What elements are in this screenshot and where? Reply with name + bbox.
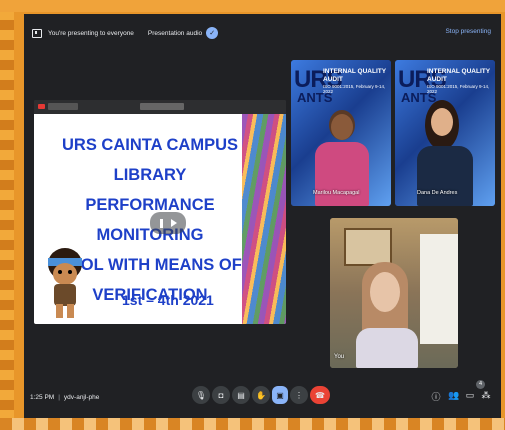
- present-now-button[interactable]: ▣: [272, 386, 288, 404]
- raise-hand-icon: ✋: [256, 390, 266, 400]
- activities-button[interactable]: ⁂: [480, 390, 492, 401]
- leave-call-button[interactable]: ☎: [310, 386, 330, 404]
- meeting-code[interactable]: ydv-anjl-phe: [64, 394, 99, 401]
- mic-icon: 🎙: [195, 390, 207, 400]
- participant-name: Marilou Macapagal: [313, 190, 360, 196]
- browser-toolbar: [34, 100, 286, 114]
- people-icon: 👥: [448, 390, 460, 400]
- present-now-icon: ▣: [276, 390, 284, 400]
- camera-icon: ◘: [218, 390, 224, 400]
- orange-frame-top: [0, 0, 505, 12]
- poster-subtitle: ISO 9001:2015, February 9-14, 2022: [427, 84, 490, 94]
- raise-hand-button[interactable]: ✋: [252, 386, 270, 404]
- chat-button[interactable]: ▭: [464, 390, 476, 401]
- self-video: [330, 218, 458, 368]
- presentation-tile[interactable]: URS CAINTA CAMPUS LIBRARY PERFORMANCE MO…: [34, 100, 286, 324]
- more-options-icon: ⋮: [295, 390, 303, 400]
- poster-title: INTERNAL QUALITY AUDIT: [427, 68, 490, 83]
- stop-presenting-button[interactable]: Stop presenting: [445, 28, 491, 35]
- orange-frame-left: [0, 0, 14, 430]
- participant-name: Dana De Andres: [417, 190, 458, 196]
- orange-frame-bottom: [0, 418, 505, 430]
- check-icon: ✓: [209, 30, 216, 37]
- presentation-audio-toggle[interactable]: ✓: [206, 27, 219, 39]
- presentation-audio-label: Presentation audio: [147, 29, 203, 37]
- mascot-image: [48, 248, 82, 318]
- more-options-button[interactable]: ⋮: [290, 386, 308, 404]
- end-call-icon: ☎: [315, 390, 325, 400]
- presenting-banner: You're presenting to everyone Presentati…: [24, 14, 501, 52]
- youtube-icon: [38, 104, 45, 109]
- activities-icon: ⁂: [481, 390, 491, 400]
- browser-tab: [140, 103, 184, 110]
- poster-subtitle: ISO 9001:2015, February 9-14, 2022: [323, 84, 386, 94]
- meeting-controls-bar: 1:25 PM | ydv-anjl-phe 🎙 ◘ ▤ ✋ ▣ ⋮ ☎ ⓘ 👥 4…: [24, 376, 501, 418]
- meeting-info-button[interactable]: ⓘ: [430, 390, 442, 403]
- presenting-text: You're presenting to everyone: [48, 29, 134, 37]
- slide-title-line: URS CAINTA CAMPUS LIBRARY: [62, 136, 238, 184]
- present-screen-icon: [32, 28, 42, 38]
- browser-tab: [48, 103, 78, 110]
- slide-content: URS CAINTA CAMPUS LIBRARY PERFORMANCE MO…: [34, 114, 286, 324]
- meeting-details: 1:25 PM | ydv-anjl-phe: [30, 394, 100, 401]
- meet-window: You're presenting to everyone Presentati…: [24, 14, 501, 418]
- people-count-badge: 4: [476, 380, 485, 389]
- chat-icon: ▭: [465, 390, 475, 400]
- camera-button[interactable]: ◘: [212, 386, 230, 404]
- captions-icon: ▤: [237, 390, 245, 400]
- info-icon: ⓘ: [431, 392, 441, 402]
- self-name-label: You: [334, 354, 345, 360]
- participant-tile[interactable]: URS ANTS INTERNAL QUALITY AUDIT ISO 9001…: [291, 60, 391, 206]
- participant-tile[interactable]: URS ANTS INTERNAL QUALITY AUDIT ISO 9001…: [395, 60, 495, 206]
- video-play-pause-overlay[interactable]: [150, 212, 186, 234]
- current-time: 1:25 PM: [30, 394, 55, 401]
- captions-button[interactable]: ▤: [232, 386, 250, 404]
- people-button[interactable]: 👥: [448, 390, 460, 401]
- mic-button[interactable]: 🎙: [192, 386, 210, 404]
- poster-title: INTERNAL QUALITY AUDIT: [323, 68, 386, 83]
- self-view-tile[interactable]: You: [330, 218, 458, 368]
- slide-date: 1st – 4th 2021: [122, 292, 214, 308]
